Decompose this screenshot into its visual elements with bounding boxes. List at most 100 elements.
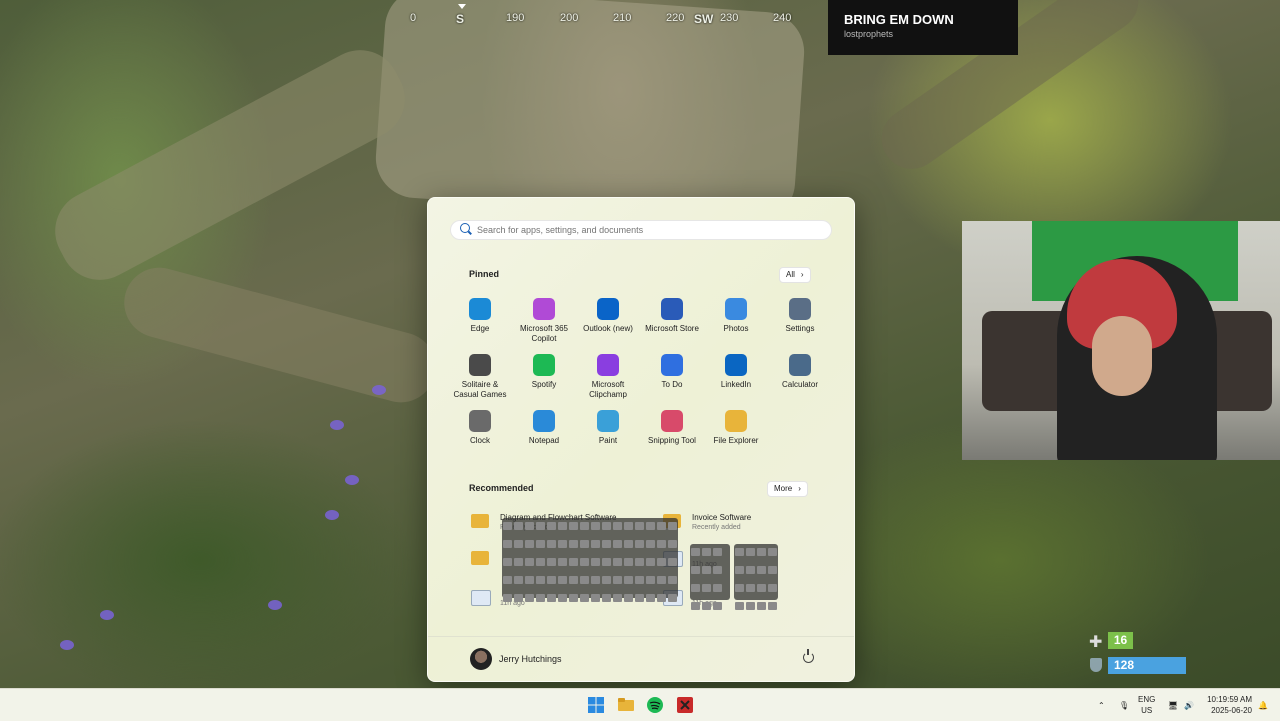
- keyboard-key: [657, 594, 666, 602]
- keyboard-key: [536, 540, 545, 548]
- keyboard-key: [580, 594, 589, 602]
- keyboard-key: [668, 558, 677, 566]
- pinned-app-label: Spotify: [531, 380, 557, 389]
- pinned-app-linkedin[interactable]: LinkedIn: [705, 354, 767, 390]
- health-icon: ✚: [1089, 634, 1103, 651]
- keyboard-key: [646, 576, 655, 584]
- keyboard-key: [646, 594, 655, 602]
- notepad-icon: [533, 410, 555, 432]
- pinned-app-label: Snipping Tool: [648, 436, 696, 445]
- keyboard-key: [713, 584, 722, 592]
- keyboard-key: [602, 540, 611, 548]
- recommended-item[interactable]: Invoice Software Recently added: [663, 511, 853, 537]
- show-hidden-icons[interactable]: ⌃: [1098, 689, 1105, 721]
- gear-icon: [789, 298, 811, 320]
- pinned-app-spotify[interactable]: Spotify: [513, 354, 575, 390]
- pinned-app-m365-copilot[interactable]: Microsoft 365 Copilot: [513, 298, 575, 344]
- keyboard-key: [591, 522, 600, 530]
- keyboard-key: [702, 602, 711, 610]
- pinned-app-outlook[interactable]: Outlook (new): [577, 298, 639, 334]
- file-icon: [471, 590, 491, 606]
- keyboard-key: [514, 558, 523, 566]
- pinned-app-snipping-tool[interactable]: Snipping Tool: [641, 410, 703, 446]
- keyboard-key: [691, 584, 700, 592]
- network-icon[interactable]: 🖥: [1168, 689, 1178, 721]
- compass-tick: 220: [666, 12, 685, 24]
- keyboard-key: [746, 566, 755, 574]
- pinned-app-label: Calculator: [781, 380, 818, 389]
- song-title: BRING EM DOWN: [844, 12, 954, 27]
- keyboard-key: [602, 594, 611, 602]
- keyboard-key: [536, 594, 545, 602]
- clock[interactable]: 10:19:59 AM 2025-06-20: [1204, 694, 1252, 716]
- search-input[interactable]: [477, 221, 817, 239]
- flower: [325, 510, 339, 520]
- pinned-app-label: Paint: [598, 436, 618, 445]
- keyboard-key: [768, 566, 777, 574]
- avatar[interactable]: [470, 648, 492, 670]
- pinned-app-clipchamp[interactable]: Microsoft Clipchamp: [577, 354, 639, 400]
- keyboard-key: [635, 558, 644, 566]
- pinned-app-label: Edge: [470, 324, 490, 333]
- keyboard-key: [624, 558, 633, 566]
- all-apps-button[interactable]: All ›: [779, 267, 811, 283]
- pinned-app-gear[interactable]: Settings: [769, 298, 831, 334]
- pinned-app-todo[interactable]: To Do: [641, 354, 703, 390]
- keyboard-key: [591, 594, 600, 602]
- keyboard-key: [613, 540, 622, 548]
- flower: [268, 600, 282, 610]
- streamer-face: [1092, 316, 1152, 396]
- chevron-right-icon: ›: [800, 270, 804, 279]
- taskbar-game[interactable]: [675, 695, 695, 715]
- on-screen-keyboard-numpad: [734, 544, 778, 610]
- taskbar-spotify[interactable]: [645, 695, 665, 715]
- start-button[interactable]: [586, 695, 606, 715]
- recommended-subtitle: Recently added: [692, 524, 741, 531]
- taskbar-file-explorer[interactable]: [616, 695, 636, 715]
- pinned-app-photos[interactable]: Photos: [705, 298, 767, 334]
- keyboard-key: [768, 548, 777, 556]
- keyboard-key: [735, 548, 744, 556]
- pinned-app-calculator[interactable]: Calculator: [769, 354, 831, 390]
- pinned-app-label: LinkedIn: [720, 380, 752, 389]
- language-top: ENG: [1138, 695, 1156, 704]
- keyboard-key: [525, 540, 534, 548]
- more-button[interactable]: More ›: [767, 481, 808, 497]
- compass-marker: [458, 4, 466, 9]
- keyboard-key: [547, 576, 556, 584]
- keyboard-key: [646, 522, 655, 530]
- notification-icon[interactable]: 🔔: [1258, 689, 1268, 721]
- pinned-app-paint[interactable]: Paint: [577, 410, 639, 446]
- keyboard-key: [713, 602, 722, 610]
- keyboard-key: [746, 584, 755, 592]
- keyboard-key: [635, 522, 644, 530]
- flower: [330, 420, 344, 430]
- volume-icon[interactable]: 🔊: [1184, 689, 1194, 721]
- language-indicator[interactable]: ENG US: [1138, 694, 1155, 716]
- m365-copilot-icon: [533, 298, 555, 320]
- keyboard-key: [635, 576, 644, 584]
- pinned-app-notepad[interactable]: Notepad: [513, 410, 575, 446]
- pinned-app-store[interactable]: Microsoft Store: [641, 298, 703, 334]
- flower: [372, 385, 386, 395]
- microphone-icon[interactable]: 🎙: [1119, 689, 1129, 721]
- pinned-app-label: File Explorer: [713, 436, 759, 445]
- paint-icon: [597, 410, 619, 432]
- keyboard-key: [735, 566, 744, 574]
- pinned-app-folder[interactable]: File Explorer: [705, 410, 767, 446]
- pinned-app-solitaire[interactable]: Solitaire & Casual Games: [449, 354, 511, 400]
- power-icon[interactable]: [803, 649, 814, 663]
- recommended-title: Invoice Software: [692, 513, 752, 522]
- start-search-box[interactable]: [450, 220, 832, 240]
- user-name[interactable]: Jerry Hutchings: [499, 654, 562, 664]
- pinned-app-clock[interactable]: Clock: [449, 410, 511, 446]
- keyboard-key: [580, 558, 589, 566]
- solitaire-icon: [469, 354, 491, 376]
- tree-branch: [41, 36, 419, 294]
- keyboard-key: [602, 522, 611, 530]
- pinned-app-edge[interactable]: Edge: [449, 298, 511, 334]
- recommended-title: Recommended: [469, 483, 534, 493]
- keyboard-key: [624, 576, 633, 584]
- keyboard-key: [746, 548, 755, 556]
- keyboard-key: [646, 558, 655, 566]
